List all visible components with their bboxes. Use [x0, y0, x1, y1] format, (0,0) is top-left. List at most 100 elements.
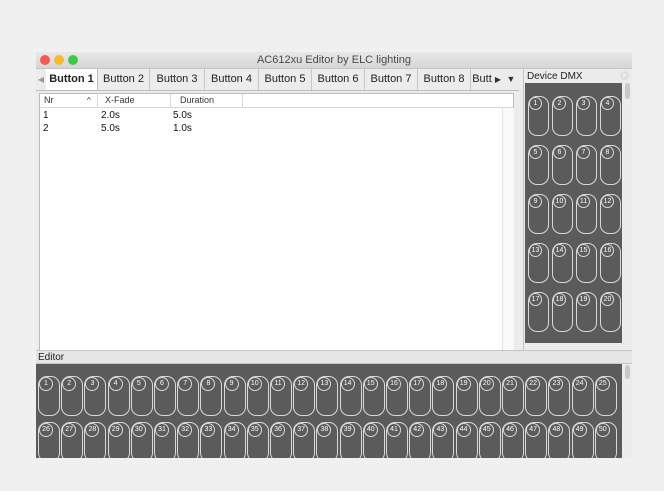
editor-channel-slot[interactable]: 19 — [455, 376, 478, 416]
tab-button-7[interactable]: Button 7 — [365, 69, 418, 90]
editor-channel-slot[interactable]: 12 — [293, 376, 316, 416]
editor-channel-slot[interactable]: 39 — [339, 422, 362, 458]
dmx-channel-number: 5 — [529, 146, 542, 159]
editor-channel-slot[interactable]: 9 — [223, 376, 246, 416]
dmx-channel-slot[interactable]: 16 — [600, 243, 621, 283]
column-header-xfade[interactable]: X-Fade — [98, 94, 171, 107]
editor-channel-slot[interactable]: 44 — [455, 422, 478, 458]
dmx-channel-slot[interactable]: 2 — [552, 96, 573, 136]
editor-channel-slot[interactable]: 41 — [386, 422, 408, 458]
dmx-channel-slot[interactable]: 5 — [528, 145, 549, 185]
editor-channel-slot[interactable]: 48 — [548, 422, 571, 458]
editor-channel-slot[interactable]: 31 — [154, 422, 176, 458]
editor-channel-slot[interactable]: 8 — [200, 376, 223, 416]
editor-channel-slot[interactable]: 13 — [316, 376, 339, 416]
dmx-channel-slot[interactable]: 1 — [528, 96, 549, 136]
tab-button-2[interactable]: Button 2 — [98, 69, 150, 90]
editor-channel-slot[interactable]: 22 — [525, 376, 548, 416]
editor-channel-slot[interactable]: 20 — [478, 376, 501, 416]
panel-close-icon[interactable]: × — [620, 71, 629, 80]
editor-channel-slot[interactable]: 18 — [432, 376, 455, 416]
tab-button-1[interactable]: Button 1 — [46, 69, 98, 90]
dmx-channel-slot[interactable]: 18 — [552, 292, 573, 332]
editor-channel-slot[interactable]: 23 — [548, 376, 571, 416]
tab-button-3[interactable]: Button 3 — [150, 69, 205, 90]
editor-channel-slot[interactable]: 40 — [362, 422, 385, 458]
editor-channel-slot[interactable]: 11 — [270, 376, 292, 416]
table-row[interactable]: 1 2.0s 5.0s — [40, 109, 502, 122]
editor-channel-slot[interactable]: 29 — [107, 422, 130, 458]
tab-menu-icon[interactable]: ▼ — [504, 69, 518, 90]
dmx-channel-number: 11 — [577, 195, 590, 208]
editor-channel-number: 48 — [549, 423, 564, 437]
tab-button-9[interactable]: Butt — [471, 69, 493, 90]
editor-channel-slot[interactable]: 34 — [223, 422, 246, 458]
table-row[interactable]: 2 5.0s 1.0s — [40, 122, 502, 135]
editor-channel-slot[interactable]: 33 — [200, 422, 223, 458]
editor-channel-slot[interactable]: 42 — [409, 422, 432, 458]
editor-channel-slot[interactable]: 43 — [432, 422, 455, 458]
pane-splitter[interactable] — [36, 345, 632, 348]
editor-channel-slot[interactable]: 25 — [594, 376, 617, 416]
column-header-duration[interactable]: Duration — [171, 94, 243, 107]
editor-channel-slot[interactable]: 27 — [61, 422, 84, 458]
dmx-channel-slot[interactable]: 4 — [600, 96, 621, 136]
editor-channel-slot[interactable]: 21 — [502, 376, 524, 416]
dmx-channel-slot[interactable]: 15 — [576, 243, 597, 283]
editor-channel-slot[interactable]: 45 — [478, 422, 501, 458]
editor-channel-slot[interactable]: 38 — [316, 422, 339, 458]
dmx-channel-slot[interactable]: 19 — [576, 292, 597, 332]
dmx-channel-slot[interactable]: 6 — [552, 145, 573, 185]
dmx-channel-slot[interactable]: 13 — [528, 243, 549, 283]
editor-channel-slot[interactable]: 50 — [594, 422, 617, 458]
editor-channel-slot[interactable]: 10 — [246, 376, 269, 416]
editor-channel-number: 21 — [503, 377, 517, 391]
editor-channel-slot[interactable]: 37 — [293, 422, 316, 458]
editor-channel-slot[interactable]: 14 — [339, 376, 362, 416]
editor-channel-slot[interactable]: 49 — [571, 422, 594, 458]
editor-channel-slot[interactable]: 1 — [38, 376, 60, 416]
dmx-channel-slot[interactable]: 10 — [552, 194, 573, 234]
editor-channel-slot[interactable]: 15 — [362, 376, 385, 416]
editor-channel-slot[interactable]: 6 — [154, 376, 176, 416]
cell-xfade: 2.0s — [101, 110, 120, 121]
sort-indicator-icon: ^ — [87, 96, 91, 105]
editor-channel-slot[interactable]: 3 — [84, 376, 107, 416]
editor-channel-slot[interactable]: 4 — [107, 376, 130, 416]
dmx-channel-slot[interactable]: 7 — [576, 145, 597, 185]
dmx-channel-slot[interactable]: 17 — [528, 292, 549, 332]
editor-channel-slot[interactable]: 30 — [130, 422, 153, 458]
editor-channel-slot[interactable]: 32 — [177, 422, 200, 458]
dmx-channel-slot[interactable]: 3 — [576, 96, 597, 136]
editor-channel-slot[interactable]: 47 — [525, 422, 548, 458]
editor-channel-number: 9 — [224, 377, 239, 391]
dmx-channel-slot[interactable]: 8 — [600, 145, 621, 185]
dmx-channel-slot[interactable]: 20 — [600, 292, 621, 332]
editor-channel-slot[interactable]: 46 — [502, 422, 524, 458]
tab-button-8[interactable]: Button 8 — [418, 69, 471, 90]
editor-channel-slot[interactable]: 28 — [84, 422, 107, 458]
editor-channel-slot[interactable]: 2 — [61, 376, 84, 416]
dmx-channel-slot[interactable]: 11 — [576, 194, 597, 234]
editor-channel-slot[interactable]: 24 — [571, 376, 594, 416]
tab-scroll-left-icon[interactable]: ◀ — [36, 69, 46, 90]
dmx-channel-slot[interactable]: 9 — [528, 194, 549, 234]
editor-channel-slot[interactable]: 36 — [270, 422, 292, 458]
editor-channel-slot[interactable]: 17 — [409, 376, 432, 416]
dmx-channel-slot[interactable]: 14 — [552, 243, 573, 283]
dmx-channel-slot[interactable]: 12 — [600, 194, 621, 234]
editor-scrollbar[interactable] — [625, 365, 630, 379]
dmx-channel-number: 12 — [601, 195, 614, 208]
tab-button-5[interactable]: Button 5 — [259, 69, 312, 90]
editor-channel-slot[interactable]: 26 — [38, 422, 60, 458]
tab-scroll-right-icon[interactable]: ▶ — [492, 69, 504, 90]
device-dmx-scrollbar[interactable] — [625, 83, 630, 99]
editor-channel-slot[interactable]: 35 — [246, 422, 269, 458]
editor-channel-slot[interactable]: 5 — [130, 376, 153, 416]
tab-button-6[interactable]: Button 6 — [312, 69, 365, 90]
editor-channels: 1 2 3 4 5 6 7 8 9 10 11 12 13 14 15 16 17 18 19 20 21 22 23 24 2… — [36, 364, 622, 458]
editor-channel-slot[interactable]: 7 — [177, 376, 200, 416]
editor-channel-slot[interactable]: 16 — [386, 376, 408, 416]
tab-button-4[interactable]: Button 4 — [205, 69, 259, 90]
dmx-channel-number: 9 — [529, 195, 542, 208]
